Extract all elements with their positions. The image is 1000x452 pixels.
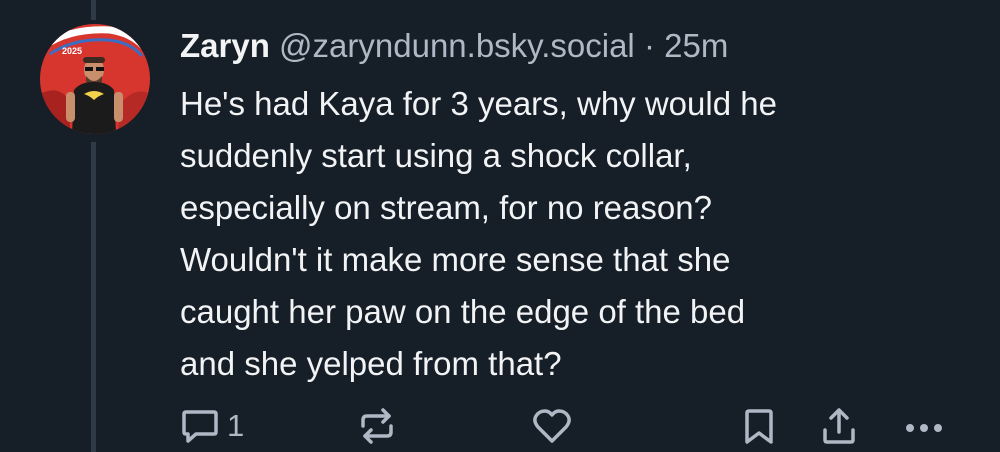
header-separator: · <box>643 27 655 64</box>
repost-button[interactable] <box>357 404 397 448</box>
share-button[interactable] <box>819 404 859 448</box>
bookmark-icon <box>745 409 773 444</box>
repost-icon <box>361 408 393 444</box>
post-text-line: and she yelped from that? <box>180 345 562 382</box>
author-display-name[interactable]: Zaryn <box>180 27 270 64</box>
avatar[interactable]: 2025 <box>40 24 150 134</box>
author-handle[interactable]: @zaryndunn.bsky.social <box>279 27 635 64</box>
avatar-logo-text: 2025 <box>62 46 82 56</box>
more-options-button[interactable] <box>902 404 946 448</box>
post-text-line: Wouldn't it make more sense that she <box>180 241 731 278</box>
post-text-line: suddenly start using a shock collar, <box>180 137 692 174</box>
post-text: He's had Kaya for 3 years, why would he … <box>180 78 980 390</box>
avatar-image: 2025 <box>40 24 150 134</box>
post-text-line: especially on stream, for no reason? <box>180 189 712 226</box>
thread-line-top <box>91 0 96 20</box>
like-icon <box>533 409 571 443</box>
reply-icon <box>182 410 218 443</box>
more-icon <box>906 424 942 432</box>
post-text-line: caught her paw on the edge of the bed <box>180 293 746 330</box>
bookmark-button[interactable] <box>741 404 777 448</box>
like-button[interactable] <box>531 404 573 448</box>
post-header: Zaryn @zaryndunn.bsky.social · 25m <box>180 24 728 68</box>
post-text-line: He's had Kaya for 3 years, why would he <box>180 85 777 122</box>
post-actions: 1 <box>0 404 1000 448</box>
reply-count: 1 <box>227 408 245 443</box>
share-icon <box>823 408 855 444</box>
reply-button[interactable]: 1 <box>180 404 244 448</box>
post-timestamp[interactable]: 25m <box>664 27 728 64</box>
